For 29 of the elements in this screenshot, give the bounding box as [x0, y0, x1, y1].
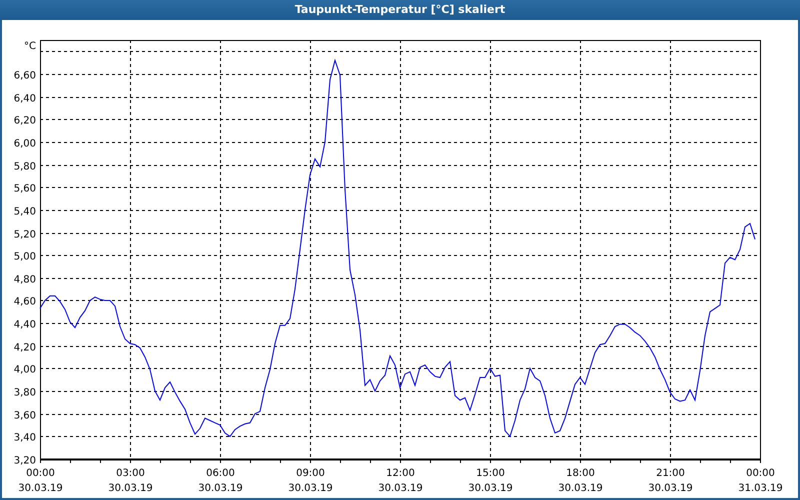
y-tick-label: 5,00 — [14, 252, 36, 262]
y-tick-label: 3,40 — [14, 432, 36, 444]
y-tick-label: 6,00 — [14, 138, 36, 150]
y-tick-label: 5,20 — [14, 230, 36, 240]
y-tick-label: 4,80 — [14, 274, 36, 286]
y-axis-unit: °C — [24, 41, 36, 52]
y-tick-label: 5,80 — [14, 162, 36, 172]
x-tick-label: 09:00 30.03.19 — [288, 468, 333, 494]
y-tick-label: 6,60 — [14, 70, 36, 82]
y-tick-label: 3,80 — [14, 388, 36, 398]
y-tick-label: 3,60 — [14, 410, 36, 422]
y-tick-label: 4,20 — [14, 342, 36, 354]
x-tick-label: 12:00 30.03.19 — [378, 468, 423, 494]
y-tick-label: 6,40 — [14, 94, 36, 104]
y-tick-label: 6,20 — [14, 116, 36, 126]
y-tick-label: 4,60 — [14, 296, 36, 308]
x-tick-label: 03:00 30.03.19 — [108, 468, 153, 494]
x-tick-label: 18:00 30.03.19 — [558, 468, 603, 494]
x-tick-label: 06:00 30.03.19 — [198, 468, 243, 494]
y-tick-label: 3,20 — [14, 456, 36, 466]
x-tick-label: 00:00 30.03.19 — [18, 468, 63, 494]
y-tick-label: 4,40 — [14, 320, 36, 330]
y-tick-label: 5,60 — [14, 184, 36, 194]
x-tick-label: 21:00 30.03.19 — [648, 468, 693, 494]
x-tick-label: 00:00 31.03.19 — [738, 468, 783, 494]
y-tick-label: 5,40 — [14, 206, 36, 218]
y-tick-label: 4,00 — [14, 364, 36, 376]
x-tick-label: 15:00 30.03.19 — [468, 468, 513, 494]
window-title: Taupunkt-Temperatur [°C] skaliert — [294, 3, 506, 16]
